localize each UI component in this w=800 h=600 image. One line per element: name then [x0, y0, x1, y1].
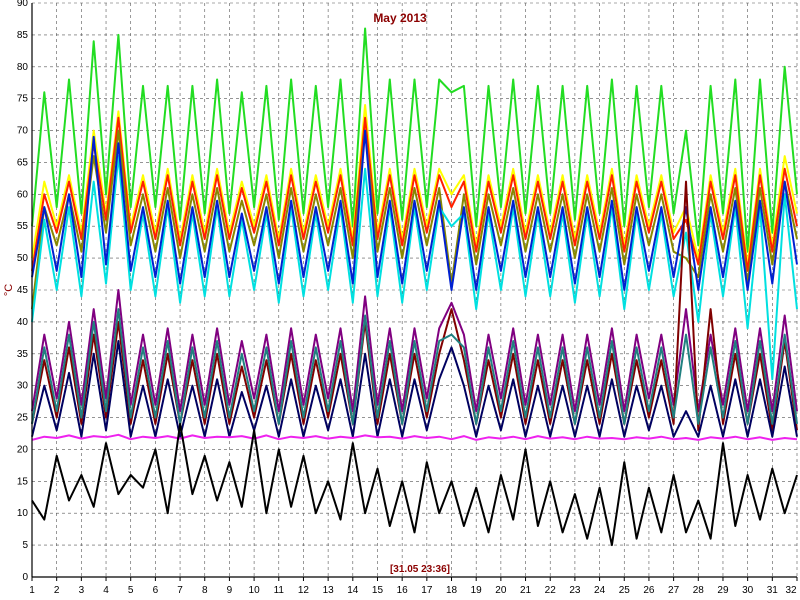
series-line-8: [31, 180, 798, 432]
x-tick-label: 15: [372, 585, 384, 596]
y-tick-label: 50: [17, 253, 29, 264]
y-tick-label: 70: [17, 126, 29, 137]
y-tick-label: 10: [17, 508, 29, 519]
x-tick-label: 14: [347, 585, 359, 596]
x-tick-label: 29: [717, 585, 729, 596]
x-tick-label: 27: [668, 585, 680, 596]
x-tick-label: 11: [274, 585, 285, 596]
x-tick-label: 18: [446, 585, 458, 596]
x-tick-label: 25: [619, 585, 631, 596]
x-tick-label: 17: [421, 585, 433, 596]
y-tick-label: 5: [22, 540, 28, 551]
series-line-11: [31, 433, 798, 441]
y-axis-label: °C: [3, 284, 15, 296]
y-tick-labels: 0 5 10 15 20 25 30 35 40 45 50 55 60 65 70 75 80 85 90: [17, 0, 29, 583]
series-group: [31, 27, 798, 547]
y-tick-label: 35: [17, 349, 29, 360]
series-line-12: [31, 422, 798, 547]
y-tick-label: 30: [17, 381, 29, 392]
x-tick-label: 32: [785, 585, 797, 596]
y-tick-label: 25: [17, 413, 29, 424]
x-tick-label: 13: [323, 585, 335, 596]
y-tick-label: 75: [17, 94, 29, 105]
status-timestamp: [31.05 23:36]: [390, 564, 450, 575]
x-tick-label: 31: [767, 585, 779, 596]
y-tick-label: 85: [17, 30, 29, 41]
x-tick-label: 23: [569, 585, 581, 596]
y-tick-label: 60: [17, 189, 29, 200]
x-tick-label: 16: [397, 585, 409, 596]
x-tick-label: 12: [298, 585, 310, 596]
y-tick-label: 40: [17, 317, 29, 328]
y-tick-label: 90: [17, 0, 29, 9]
x-tick-label: 5: [128, 585, 134, 596]
chart-title: May 2013: [373, 11, 427, 25]
series-line-9: [31, 308, 798, 425]
y-tick-label: 20: [17, 444, 29, 455]
x-tick-label: 28: [693, 585, 705, 596]
x-tick-label: 6: [153, 585, 159, 596]
x-tick-label: 10: [249, 585, 261, 596]
x-tick-label: 20: [495, 585, 507, 596]
x-tick-label: 9: [227, 585, 233, 596]
x-tick-labels: 1 2 3 4 5 6 7 8 9 10 11 12 13 14 15 16 17 18 19 20 21 22 23 24 2…: [29, 585, 797, 596]
x-tick-label: 7: [177, 585, 183, 596]
y-tick-label: 0: [22, 572, 28, 583]
x-tick-label: 26: [643, 585, 655, 596]
x-tick-label: 22: [545, 585, 557, 596]
x-tick-label: 4: [103, 585, 109, 596]
y-tick-label: 15: [17, 476, 29, 487]
x-tick-label: 1: [29, 585, 35, 596]
y-tick-label: 80: [17, 62, 29, 73]
x-tick-label: 19: [471, 585, 483, 596]
y-tick-label: 55: [17, 221, 29, 232]
series-line-7: [31, 289, 798, 413]
x-tick-label: 30: [742, 585, 754, 596]
x-tick-label: 21: [520, 585, 532, 596]
y-tick-label: 45: [17, 285, 29, 296]
x-tick-label: 8: [202, 585, 208, 596]
y-tick-label: 65: [17, 157, 29, 168]
x-tick-label: 3: [79, 585, 85, 596]
x-tick-label: 2: [54, 585, 60, 596]
series-line-1: [31, 27, 798, 253]
chart-window: 0 5 10 15 20 25 30 35 40 45 50 55 60 65 70 75 80 85 90 123…: [0, 0, 800, 600]
x-tick-label: 24: [594, 585, 606, 596]
temperature-chart: 051015202530354045505560657075808590 123…: [3, 0, 798, 596]
